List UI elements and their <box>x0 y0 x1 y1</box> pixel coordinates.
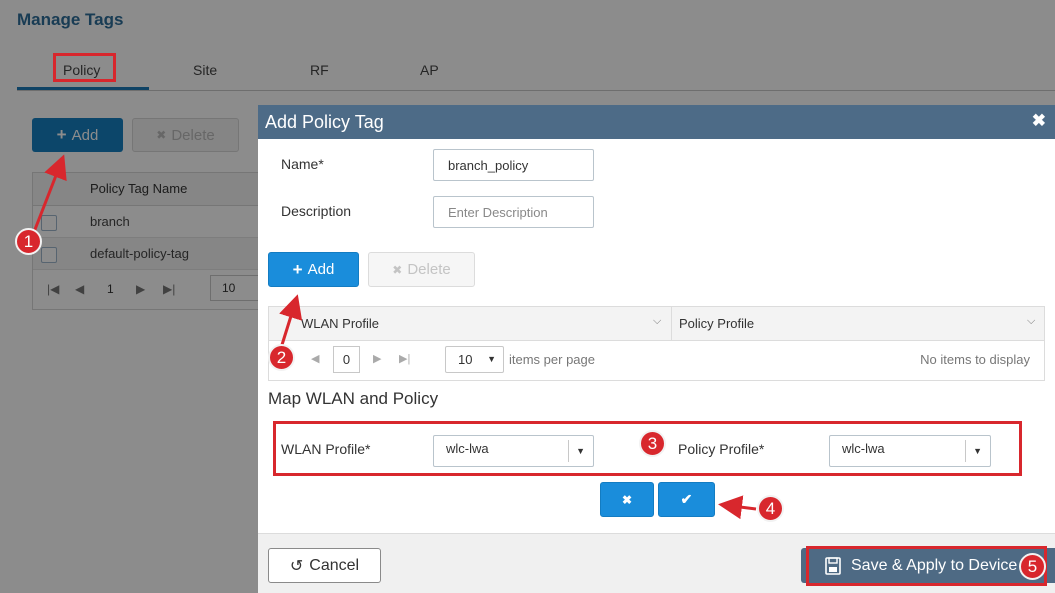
page-size-select[interactable]: 10 ▼ <box>445 346 504 373</box>
cancel-mapping-button[interactable]: ✖ <box>600 482 654 517</box>
cancel-button[interactable]: ↺ Cancel <box>268 548 381 583</box>
last-page-icon[interactable]: ▶| <box>399 352 410 365</box>
wlan-policy-map-table: WLAN Profile ⌵ Policy Profile ⌵ ◀ 0 ▶ ▶|… <box>268 306 1045 381</box>
table-pager: ◀ 0 ▶ ▶| 10 ▼ items per page No items to… <box>269 341 1044 380</box>
column-divider <box>671 307 672 341</box>
chevron-down-icon[interactable]: ⌵ <box>1027 315 1035 328</box>
delete-mapping-button[interactable]: ✖ Delete <box>368 252 475 287</box>
name-label: Name* <box>281 156 324 172</box>
column-wlan-profile[interactable]: WLAN Profile <box>301 316 379 331</box>
add-mapping-button-label: Add <box>307 261 335 278</box>
annotation-step-1: 1 <box>15 228 42 255</box>
prev-page-icon[interactable]: ◀ <box>311 352 319 365</box>
annotation-step-4: 4 <box>757 495 784 522</box>
close-icon: ✖ <box>621 492 633 507</box>
annotation-highlight-policy-tab <box>53 53 116 82</box>
page-number[interactable]: 0 <box>333 346 360 373</box>
delete-mapping-button-label: Delete <box>407 261 451 278</box>
column-policy-profile[interactable]: Policy Profile <box>679 316 754 331</box>
annotation-step-3: 3 <box>639 430 666 457</box>
close-icon[interactable]: ✖ <box>1032 111 1046 131</box>
name-field[interactable]: branch_policy <box>433 149 594 181</box>
cancel-button-label: Cancel <box>309 556 360 574</box>
undo-icon: ↺ <box>289 557 304 575</box>
add-mapping-button[interactable]: + Add <box>268 252 359 287</box>
annotation-step-2: 2 <box>268 344 295 371</box>
check-icon: ✔ <box>680 491 693 507</box>
items-per-page-label: items per page <box>509 352 595 367</box>
description-label: Description <box>281 203 352 219</box>
table-header: WLAN Profile ⌵ Policy Profile ⌵ <box>269 307 1044 341</box>
annotation-step-5: 5 <box>1019 553 1046 580</box>
empty-table-message: No items to display <box>920 352 1030 367</box>
next-page-icon[interactable]: ▶ <box>373 352 381 365</box>
close-icon: ✖ <box>392 262 403 277</box>
plus-icon: + <box>292 259 303 279</box>
caret-down-icon: ▼ <box>487 354 496 364</box>
dialog-header: Add Policy Tag ✖ <box>258 105 1055 139</box>
chevron-down-icon[interactable]: ⌵ <box>653 315 661 328</box>
confirm-mapping-button[interactable]: ✔ <box>658 482 715 517</box>
add-policy-tag-dialog: Add Policy Tag ✖ Name* branch_policy Des… <box>258 105 1055 593</box>
page-size-value: 10 <box>458 352 473 367</box>
annotation-highlight-save-button <box>806 546 1047 586</box>
description-field[interactable]: Enter Description <box>433 196 594 228</box>
dialog-title: Add Policy Tag <box>265 112 384 132</box>
map-section-title: Map WLAN and Policy <box>268 389 439 408</box>
